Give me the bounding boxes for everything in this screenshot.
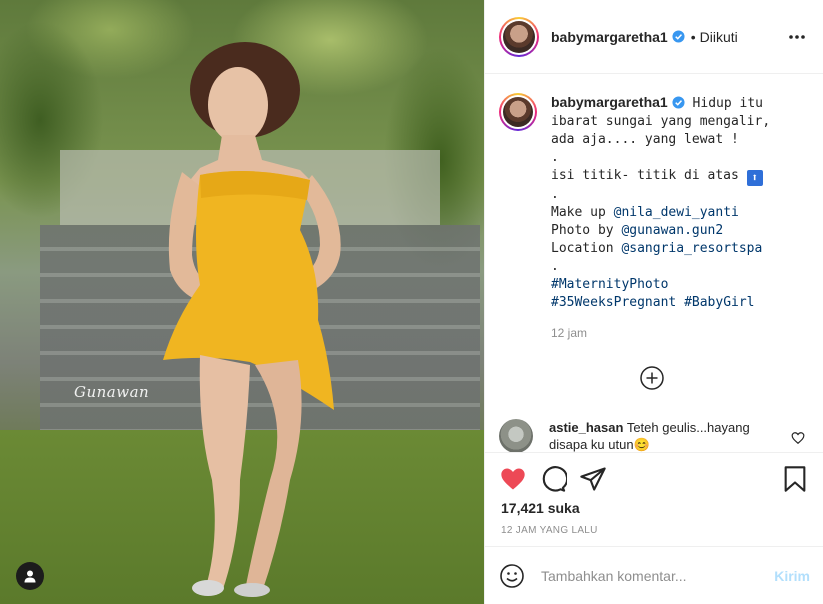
up-arrow-emoji-icon: ⬆: [746, 170, 763, 186]
like-count[interactable]: 17,421 suka: [501, 500, 580, 516]
following-button[interactable]: Diikuti: [700, 29, 738, 45]
share-button[interactable]: [579, 465, 607, 493]
hashtag-link[interactable]: #MaternityPhoto: [551, 277, 668, 292]
photographer-watermark: Gunawan: [74, 383, 150, 401]
comment-composer: Kirim: [485, 546, 823, 604]
caption-dot-2: .: [551, 187, 559, 202]
post-side-panel: babymargaretha1 • Diikuti babymargaretha…: [484, 0, 823, 604]
caption-time[interactable]: 12 jam: [551, 326, 801, 340]
author-username[interactable]: babymargaretha1: [551, 29, 668, 45]
caption-avatar[interactable]: [499, 93, 537, 131]
commenter-avatar[interactable]: [499, 419, 533, 452]
commenter-username[interactable]: astie_hasan: [549, 420, 623, 435]
post-caption: babymargaretha1 Hidup itu ibarat sungai …: [485, 75, 823, 340]
caption-text: babymargaretha1 Hidup itu ibarat sungai …: [551, 93, 801, 312]
hashtag-link[interactable]: #35WeeksPregnant: [551, 295, 676, 310]
verified-badge-icon: [672, 96, 685, 109]
photo-prefix: Photo by: [551, 223, 622, 238]
more-options-button[interactable]: [785, 25, 809, 49]
author-avatar[interactable]: [499, 16, 539, 57]
post-header: babymargaretha1 • Diikuti: [485, 0, 823, 74]
user-tag-button[interactable]: [16, 562, 44, 590]
post-actions: [485, 452, 823, 504]
woman-figure: [163, 42, 341, 597]
caption-line-2: isi titik- titik di atas: [551, 168, 739, 183]
more-options-icon: [789, 34, 805, 39]
user-tag-icon: [24, 570, 36, 583]
location-prefix: Location: [551, 241, 622, 256]
verified-badge-icon: [672, 30, 685, 43]
header-separator: •: [690, 28, 696, 45]
emoji-button[interactable]: [499, 563, 525, 589]
comments-list[interactable]: babymargaretha1 Hidup itu ibarat sungai …: [485, 75, 823, 452]
like-button[interactable]: [499, 465, 527, 493]
comment-input[interactable]: [541, 567, 741, 584]
post-timestamp[interactable]: 12 JAM YANG LALU: [501, 525, 598, 536]
caption-username[interactable]: babymargaretha1: [551, 94, 668, 110]
post-photo[interactable]: Gunawan: [0, 0, 484, 604]
comment-button[interactable]: [539, 465, 567, 493]
caption-dot-1: .: [551, 150, 559, 165]
post-comment-button[interactable]: Kirim: [774, 568, 810, 584]
comment-item: astie_hasan Teteh geulis...hayang disapa…: [499, 419, 810, 452]
comment-like-button[interactable]: [791, 431, 805, 445]
save-button[interactable]: [781, 465, 809, 493]
caption-dot-3: .: [551, 259, 559, 274]
makeup-prefix: Make up: [551, 205, 614, 220]
makeup-handle-link[interactable]: @nila_dewi_yanti: [614, 205, 739, 220]
photo-handle-link[interactable]: @gunawan.gun2: [621, 223, 723, 238]
location-handle-link[interactable]: @sangria_resortspa: [621, 241, 762, 256]
load-more-comments-button[interactable]: [639, 365, 665, 391]
hashtag-link[interactable]: #BabyGirl: [684, 295, 754, 310]
